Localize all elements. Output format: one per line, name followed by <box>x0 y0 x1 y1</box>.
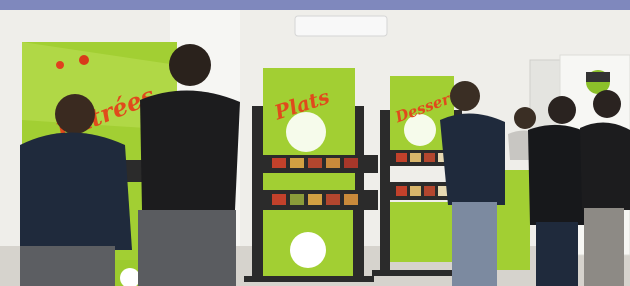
header-bar <box>0 0 630 10</box>
air-conditioner <box>294 15 388 37</box>
page: Entrées Plats Desserts <box>0 0 630 286</box>
kiosk-demo-photo: Entrées Plats Desserts <box>0 10 630 286</box>
